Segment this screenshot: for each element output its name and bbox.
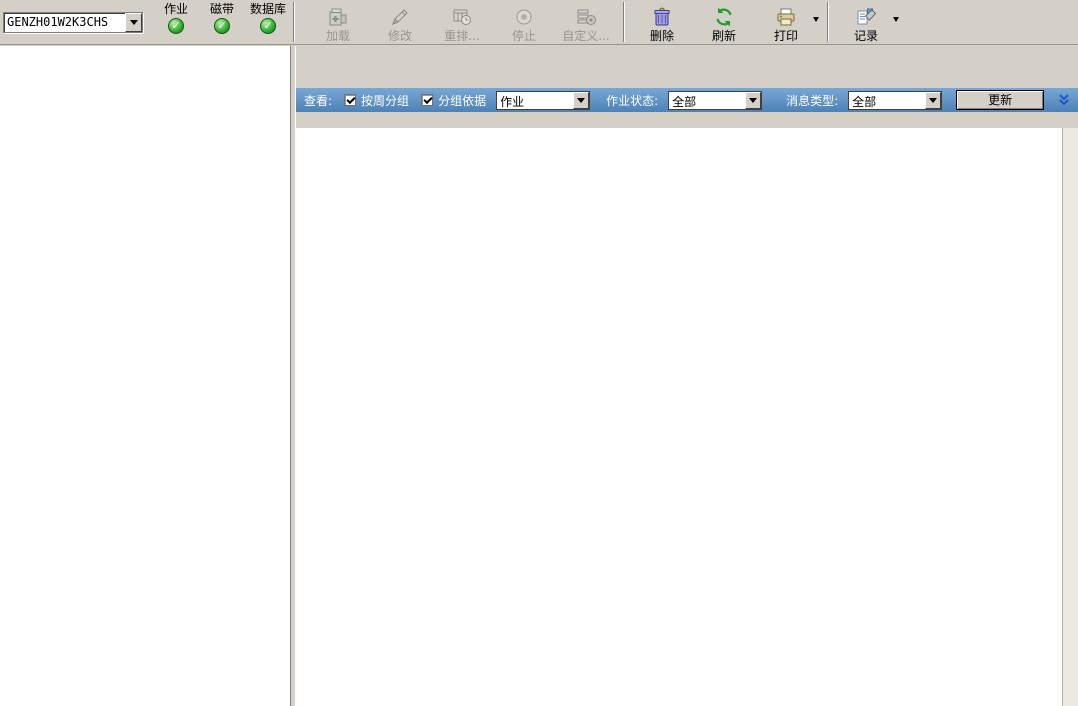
group-by-select[interactable]: 作业	[496, 91, 590, 110]
stop-icon	[512, 5, 536, 29]
engine-status-chip: 数据库 ✓	[249, 2, 287, 44]
toolbar-button-label: 停止	[512, 29, 536, 43]
delete-icon	[650, 5, 674, 29]
toolbar-button-label: 重排...	[444, 29, 479, 43]
engine-status-chip: 作业 ✓	[157, 2, 195, 44]
chevron-down-icon	[577, 98, 585, 103]
toolbar-button-label: 打印	[774, 29, 798, 43]
toolbar-separator	[293, 2, 295, 42]
refresh-icon	[712, 5, 736, 29]
toolbar-button-group: 记录	[835, 0, 901, 44]
toolbar-dropdown-arrow[interactable]	[813, 22, 819, 36]
chevron-down-icon	[749, 98, 757, 103]
job-status-select-dropdown-button[interactable]	[745, 92, 761, 109]
message-type-label: 消息类型:	[786, 92, 838, 109]
reschedule-icon	[450, 5, 474, 29]
chevron-down-icon	[813, 17, 819, 36]
message-type-select-value: 全部	[849, 92, 925, 109]
toolbar-button-label: 加载	[326, 29, 350, 43]
toolbar-button-group: 打印	[755, 0, 821, 44]
group-by-week-label: 按周分组	[361, 92, 409, 109]
toolbar-separator	[623, 2, 625, 42]
group-by-select-value: 作业	[497, 92, 573, 109]
toolbar-button-label: 记录	[854, 29, 878, 43]
stop-button: 停止	[493, 2, 555, 43]
group-by-select-dropdown-button[interactable]	[573, 92, 589, 109]
update-button[interactable]: 更新	[956, 90, 1044, 110]
toolbar-button-label: 删除	[650, 29, 674, 43]
main-toolbar: GENZH01W2K3CHS 作业 ✓ 磁带 ✓ 数据库 ✓ 加载 修改 重排... 停止 自定义…	[0, 0, 1078, 45]
group-by-label: 分组依据	[438, 92, 486, 109]
toolbar-button-group: 删除	[631, 0, 693, 44]
engine-status-label: 作业	[164, 2, 188, 16]
customize-icon	[574, 5, 598, 29]
reschedule-button: 重排...	[431, 2, 493, 43]
print-button[interactable]: 打印	[755, 2, 817, 43]
delete-button[interactable]: 删除	[631, 2, 693, 43]
group-by-week-checkbox[interactable]	[344, 94, 356, 106]
toolbar-button-group: 刷新	[693, 0, 755, 44]
filter-bar: 查看: 按周分组 分组依据 作业 作业状态: 全部 消息类型: 全部 更新	[296, 88, 1078, 112]
view-tabstrip	[296, 46, 1078, 88]
job-status-select-value: 全部	[669, 92, 745, 109]
customize-button: 自定义...	[555, 2, 617, 43]
green-check-icon: ✓	[214, 18, 230, 34]
toolbar-button-label: 修改	[388, 29, 412, 43]
job-status-select[interactable]: 全部	[668, 91, 762, 110]
green-check-icon: ✓	[260, 18, 276, 34]
chevron-down-icon	[130, 20, 138, 25]
record-button[interactable]: 记录	[835, 2, 897, 43]
view-label: 查看:	[304, 92, 332, 109]
server-combobox[interactable]: GENZH01W2K3CHS	[3, 12, 143, 33]
engine-status-label: 数据库	[250, 2, 286, 16]
message-type-select[interactable]: 全部	[848, 91, 942, 110]
engine-status-group: 作业 ✓ 磁带 ✓ 数据库 ✓	[157, 2, 287, 44]
toolbar-button-group: 重排...	[431, 0, 493, 44]
modify-button: 修改	[369, 2, 431, 43]
job-status-label: 作业状态:	[606, 92, 658, 109]
chevron-down-icon	[929, 98, 937, 103]
server-combobox-value: GENZH01W2K3CHS	[4, 13, 125, 32]
load-button: 加载	[307, 2, 369, 43]
chevron-down-icon	[893, 17, 899, 36]
collapse-filter-chevron-icon[interactable]	[1055, 91, 1073, 109]
modify-icon	[388, 5, 412, 29]
vertical-scrollbar[interactable]	[1062, 128, 1078, 706]
refresh-button[interactable]: 刷新	[693, 2, 755, 43]
green-check-icon: ✓	[168, 18, 184, 34]
toolbar-separator	[827, 2, 829, 42]
toolbar-button-group: 停止	[493, 0, 555, 44]
engine-status-label: 磁带	[210, 2, 234, 16]
message-type-select-dropdown-button[interactable]	[925, 92, 941, 109]
record-icon	[854, 5, 878, 29]
toolbar-dropdown-arrow[interactable]	[893, 22, 899, 36]
load-icon	[326, 5, 350, 29]
domain-tree-panel	[0, 46, 290, 706]
toolbar-buttons: 加载 修改 重排... 停止 自定义... 删除 刷新 打印 记录	[307, 0, 901, 44]
log-column-headers	[296, 112, 1078, 128]
toolbar-button-group: 修改	[369, 0, 431, 44]
activity-log-list	[296, 128, 1062, 706]
toolbar-button-label: 刷新	[712, 29, 736, 43]
toolbar-button-group: 自定义...	[555, 0, 617, 44]
engine-status-chip: 磁带 ✓	[203, 2, 241, 44]
toolbar-button-label: 自定义...	[562, 29, 609, 43]
print-icon	[774, 5, 798, 29]
server-combobox-dropdown-button[interactable]	[125, 13, 142, 32]
group-by-checkbox[interactable]	[421, 94, 433, 106]
toolbar-button-group: 加载	[307, 0, 369, 44]
